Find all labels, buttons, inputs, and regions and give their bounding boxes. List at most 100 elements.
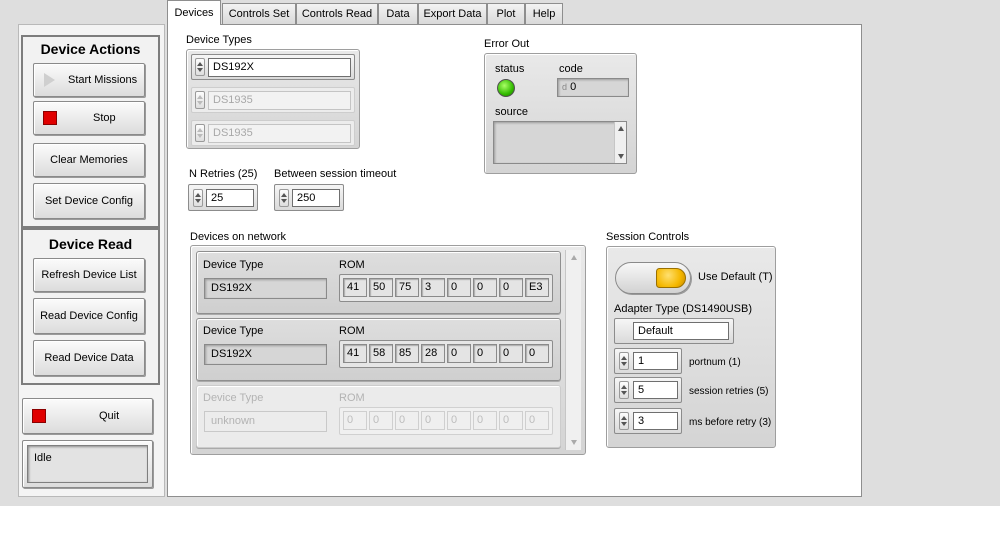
tab-devices[interactable]: Devices: [167, 0, 221, 25]
tab-plot[interactable]: Plot: [487, 3, 525, 24]
use-default-label: Use Default (T): [698, 271, 773, 283]
rom-byte: 50: [369, 278, 393, 297]
stop-icon: [43, 111, 57, 125]
tab-data[interactable]: Data: [378, 3, 418, 24]
adapter-type-field[interactable]: Default: [633, 322, 729, 340]
device-type-spinner[interactable]: [195, 91, 205, 109]
rom-array: 41 58 85 28 0 0 0 0: [339, 340, 553, 368]
error-code-label: code: [559, 63, 583, 75]
rom-byte: 41: [343, 344, 367, 363]
device-type-field[interactable]: DS1935: [208, 124, 351, 143]
error-source-scrollbar[interactable]: [614, 122, 626, 163]
rom-byte: 0: [499, 411, 523, 430]
session-retries-label: session retries (5): [689, 386, 769, 397]
device-type-field[interactable]: DS192X: [208, 58, 351, 77]
device-type-value: unknown: [204, 411, 327, 432]
rom-byte: 0: [369, 411, 393, 430]
device-record: Device Type unknown ROM 0 0 0 0 0 0 0 0: [196, 385, 561, 448]
ms-before-retry-field[interactable]: 3: [633, 412, 678, 430]
read-device-config-label: Read Device Config: [40, 310, 138, 322]
left-control-panel: Device Actions Start Missions Stop Clear…: [18, 24, 165, 497]
read-device-config-button[interactable]: Read Device Config: [33, 298, 145, 334]
between-session-timeout-field[interactable]: 250: [292, 189, 340, 207]
session-retries-field[interactable]: 5: [633, 381, 678, 399]
error-status-led: [497, 79, 515, 97]
session-retries-control: 5: [614, 377, 682, 403]
rom-byte: 0: [447, 344, 471, 363]
quit-stop-icon: [32, 409, 46, 423]
use-default-lamp-icon: [656, 268, 686, 288]
between-session-timeout-label: Between session timeout: [274, 168, 397, 180]
start-missions-button[interactable]: Start Missions: [33, 63, 145, 97]
rom-array: 0 0 0 0 0 0 0 0: [339, 407, 553, 435]
error-out-label: Error Out: [484, 38, 530, 50]
device-type-field[interactable]: DS1935: [208, 91, 351, 110]
scroll-up-icon: [617, 126, 624, 131]
device-types-label: Device Types: [186, 34, 252, 46]
rom-array: 41 50 75 3 0 0 0 E3: [339, 274, 553, 302]
error-code-value: 0: [570, 81, 577, 93]
device-type-spinner[interactable]: [195, 58, 205, 76]
adapter-type-label: Adapter Type (DS1490USB): [614, 303, 752, 315]
device-type-spinner[interactable]: [195, 124, 205, 142]
tab-export-data[interactable]: Export Data: [418, 3, 487, 24]
read-device-data-button[interactable]: Read Device Data: [33, 340, 145, 376]
rom-byte: 0: [499, 344, 523, 363]
refresh-device-list-label: Refresh Device List: [41, 269, 137, 281]
rom-header: ROM: [339, 325, 365, 337]
refresh-device-list-button[interactable]: Refresh Device List: [33, 258, 145, 292]
tab-controls-set[interactable]: Controls Set: [222, 3, 296, 24]
status-text: Idle: [27, 445, 148, 483]
rom-byte: 0: [473, 278, 497, 297]
device-type-item: DS192X: [191, 54, 355, 80]
error-source-label: source: [495, 106, 529, 118]
rom-byte: 85: [395, 344, 419, 363]
clear-memories-button[interactable]: Clear Memories: [33, 143, 145, 177]
error-source-field: [493, 121, 627, 164]
status-indicator-frame: Idle: [22, 440, 153, 488]
ms-before-retry-label: ms before retry (3): [689, 417, 772, 428]
n-retries-field[interactable]: 25: [206, 189, 254, 207]
stop-button[interactable]: Stop: [33, 101, 145, 135]
rom-byte: 0: [499, 278, 523, 297]
rom-byte: 58: [369, 344, 393, 363]
tab-help[interactable]: Help: [525, 3, 563, 24]
device-read-title: Device Read: [48, 236, 133, 252]
n-retries-label: N Retries (25): [189, 168, 258, 180]
scroll-up-icon: [570, 255, 577, 260]
device-record: Device Type DS192X ROM 41 50 75 3 0 0 0 …: [196, 251, 561, 314]
scroll-down-icon: [570, 440, 577, 445]
rom-byte: 0: [395, 411, 419, 430]
between-session-timeout-spinner[interactable]: [279, 189, 289, 207]
error-out-cluster: status code d 0 source: [484, 53, 637, 174]
rom-byte: 0: [473, 344, 497, 363]
rom-byte: 0: [525, 411, 549, 430]
tab-controls-read[interactable]: Controls Read: [296, 3, 378, 24]
adapter-type-control: Default: [614, 318, 734, 344]
device-record: Device Type DS192X ROM 41 58 85 28 0 0 0…: [196, 318, 561, 381]
device-types-array: DS192X DS1935 DS1935: [186, 49, 360, 149]
portnum-control: 1: [614, 348, 682, 374]
n-retries-control: 25: [188, 184, 258, 211]
rom-byte: 28: [421, 344, 445, 363]
rom-byte: 41: [343, 278, 367, 297]
rom-byte: E3: [525, 278, 549, 297]
portnum-field[interactable]: 1: [633, 352, 678, 370]
rom-byte: 0: [343, 411, 367, 430]
use-default-toggle[interactable]: [615, 262, 691, 294]
session-retries-spinner[interactable]: [619, 381, 629, 399]
rom-byte: 0: [421, 411, 445, 430]
quit-button[interactable]: Quit: [22, 398, 153, 434]
portnum-spinner[interactable]: [619, 352, 629, 370]
between-session-timeout-control: 250: [274, 184, 344, 211]
device-type-item: DS1935: [191, 87, 355, 113]
clear-memories-label: Clear Memories: [50, 154, 128, 166]
set-device-config-label: Set Device Config: [44, 195, 134, 207]
set-device-config-button[interactable]: Set Device Config: [33, 183, 145, 219]
devices-scrollbar[interactable]: [565, 250, 581, 450]
ms-before-retry-spinner[interactable]: [619, 412, 629, 430]
session-controls-cluster: Use Default (T) Adapter Type (DS1490USB)…: [606, 246, 776, 448]
play-icon: [44, 73, 55, 87]
n-retries-spinner[interactable]: [193, 189, 203, 207]
device-type-header: Device Type: [203, 259, 264, 271]
